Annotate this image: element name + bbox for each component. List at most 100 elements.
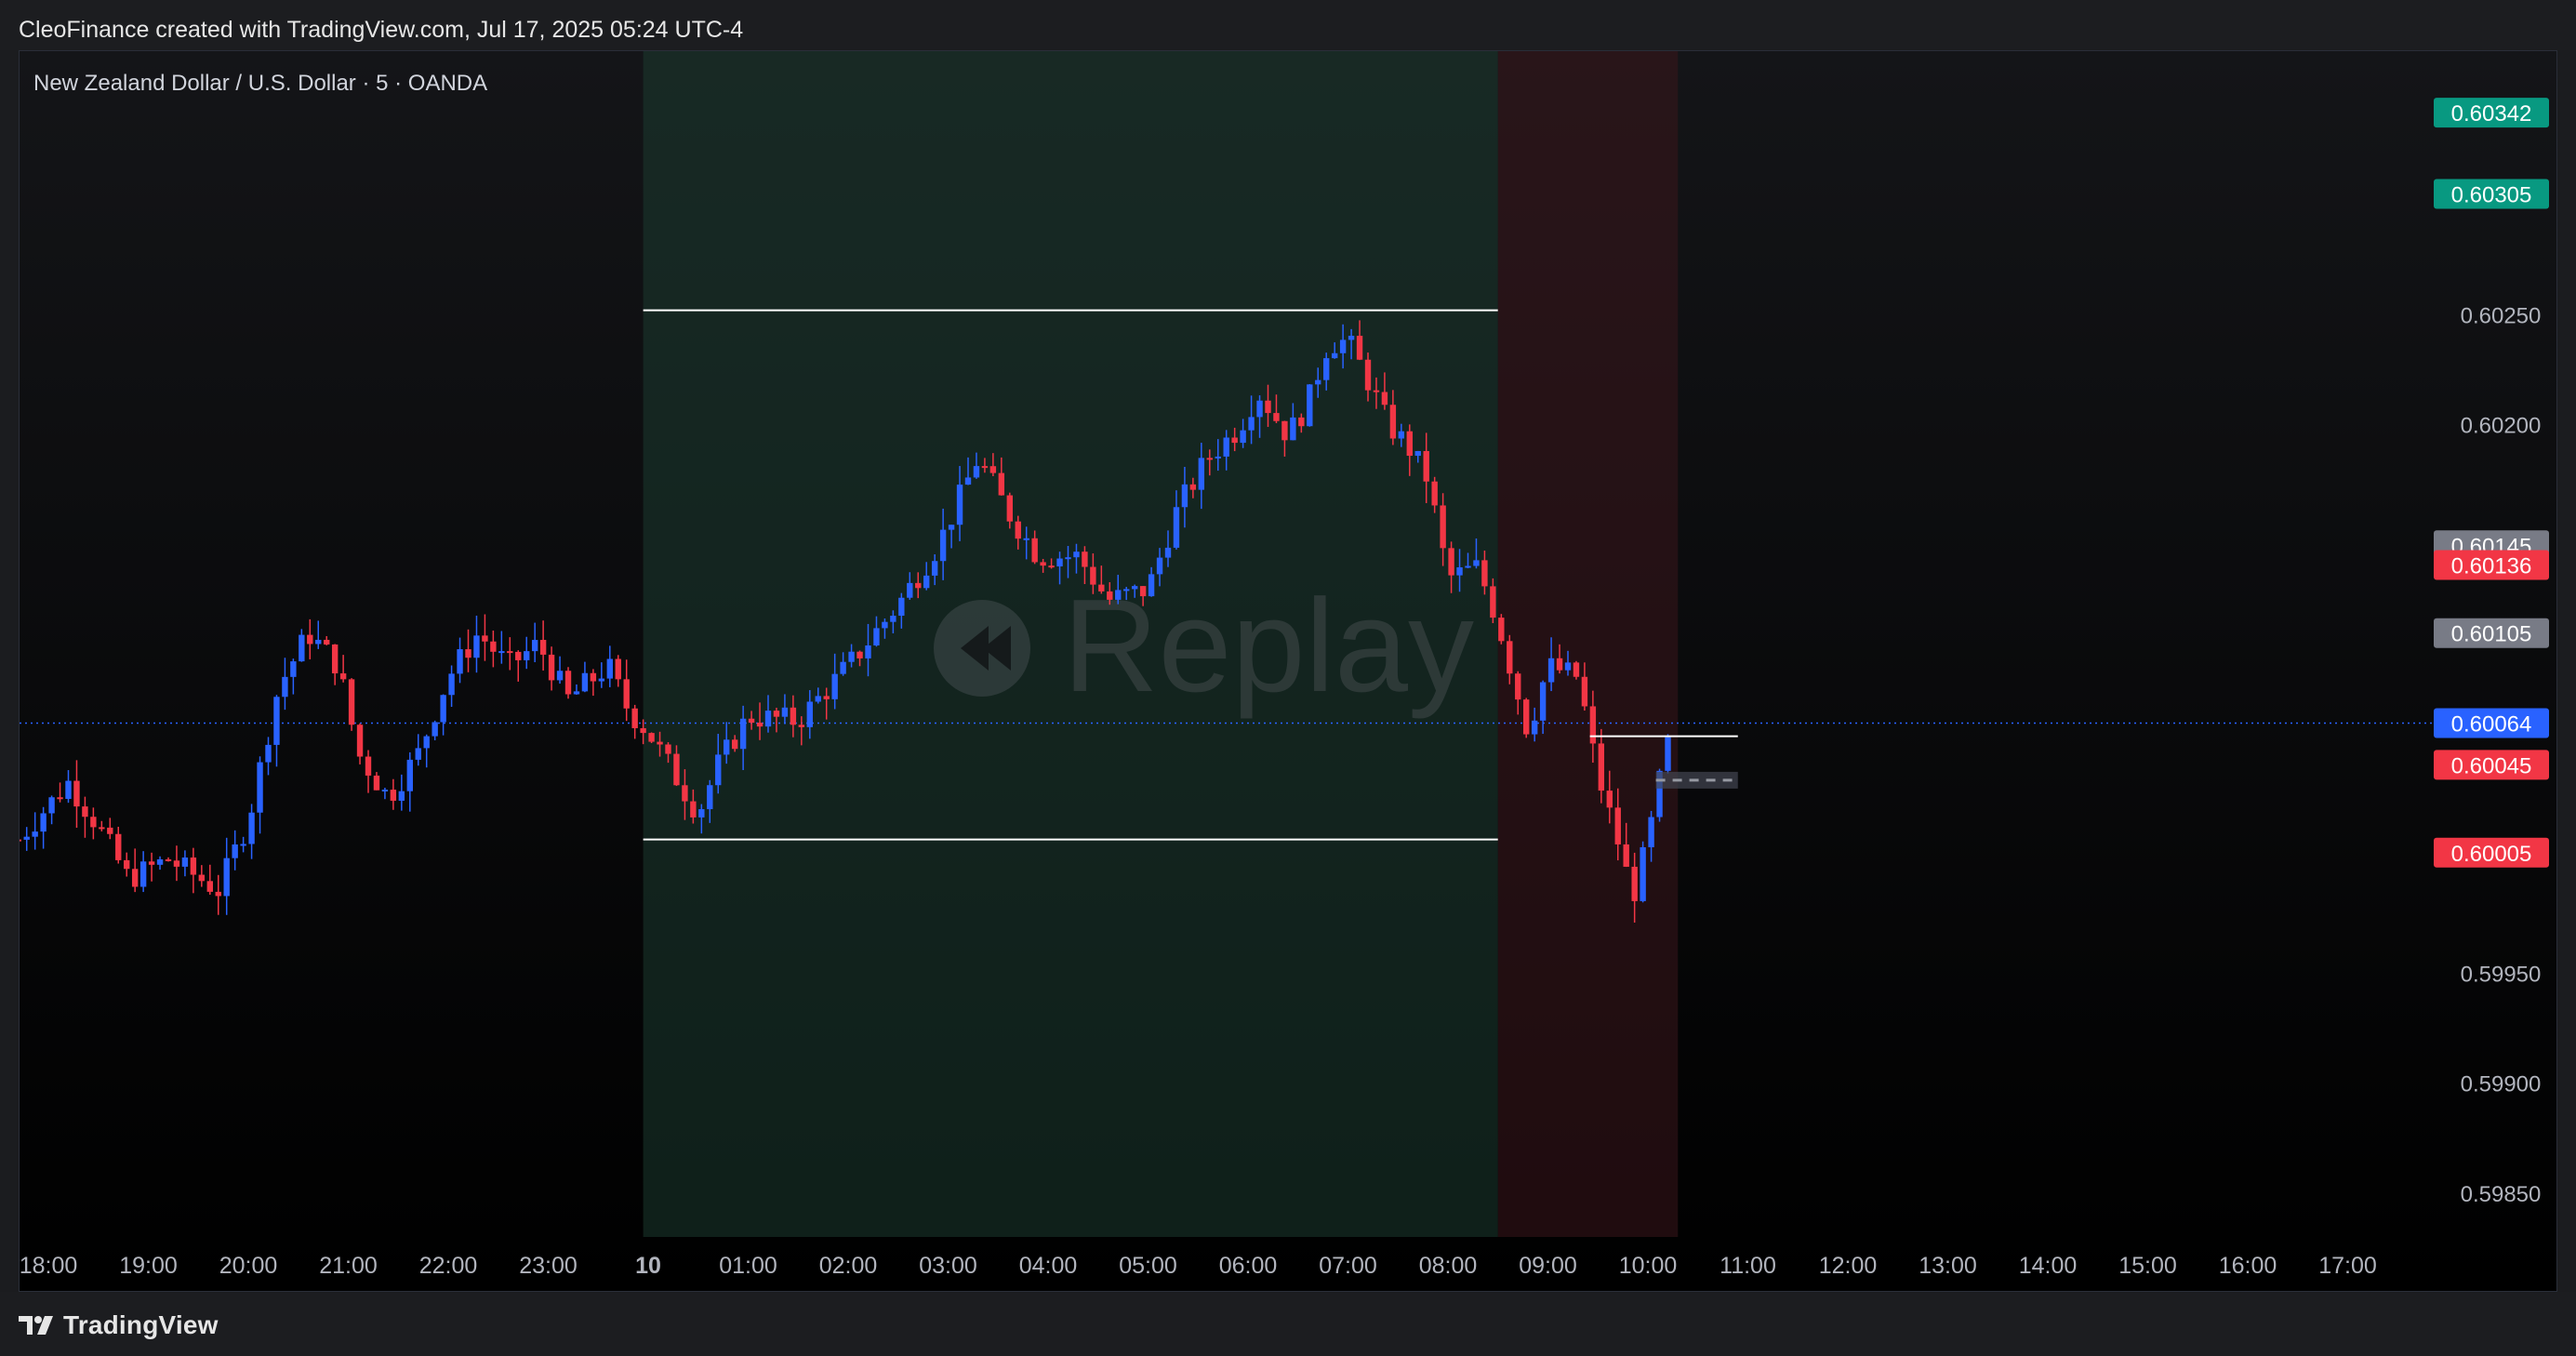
candle-body[interactable] [115,833,122,860]
candle-body[interactable] [756,723,764,727]
candle-body[interactable] [665,744,671,754]
candle-body[interactable] [1573,662,1580,677]
candle-body[interactable] [365,756,372,776]
candle-body[interactable] [356,725,364,757]
candle-body[interactable] [23,836,30,840]
candle-body[interactable] [1623,844,1629,867]
candle-body[interactable] [1414,450,1421,457]
candle-body[interactable] [998,472,1005,496]
candle-body[interactable] [465,649,471,658]
candle-body[interactable] [923,575,930,589]
candle-body[interactable] [82,806,88,818]
candle-body[interactable] [1048,565,1055,568]
candle-body[interactable] [873,628,880,646]
candle-body[interactable] [1456,566,1463,576]
candle-body[interactable] [1173,507,1180,548]
candle-body[interactable] [715,754,722,786]
candle-body[interactable] [1440,505,1446,549]
candle-body[interactable] [398,791,405,801]
candle-body[interactable] [815,696,821,702]
candle-body[interactable] [840,661,846,674]
candle-body[interactable] [524,651,530,660]
candle-body[interactable] [823,696,830,699]
candle-body[interactable] [1256,400,1263,418]
candle-body[interactable] [798,725,805,727]
candle-body[interactable] [939,529,947,562]
price-chart[interactable]: Replay 0.60250 0.60200 0.59950 0.59900 0.598… [20,51,2557,1292]
candle-body[interactable] [931,561,938,576]
candle-body[interactable] [1531,720,1538,735]
candle-body[interactable] [440,695,446,723]
candle-body[interactable] [1006,495,1013,522]
candle-body[interactable] [57,797,63,800]
candle-body[interactable] [1490,586,1496,618]
candle-body[interactable] [1115,590,1122,600]
candle-body[interactable] [156,858,164,865]
candle-body[interactable] [1523,699,1530,735]
candle-body[interactable] [1307,384,1313,427]
candle-body[interactable] [831,673,838,699]
candle-body[interactable] [124,859,130,870]
candle-body[interactable] [848,651,855,662]
candle-body[interactable] [99,827,105,830]
candle-body[interactable] [1098,584,1105,592]
candle-body[interactable] [1465,565,1471,568]
candle-body[interactable] [90,817,97,828]
candle-body[interactable] [190,857,197,875]
candle-body[interactable] [856,651,863,658]
candle-body[interactable] [273,697,280,745]
candle-body[interactable] [1189,484,1197,490]
candle-body[interactable] [331,644,339,674]
candle-body[interactable] [790,707,797,725]
candle-body[interactable] [1206,458,1213,460]
candle-body[interactable] [307,634,313,645]
candle-body[interactable] [623,679,630,709]
candle-body[interactable] [1065,557,1071,560]
candle-body[interactable] [373,775,380,791]
candle-body[interactable] [1223,437,1229,457]
chart-pane[interactable]: Replay 0.60250 0.60200 0.59950 0.59900 0.598… [19,50,2557,1292]
candle-body[interactable] [1589,706,1597,744]
candle-body[interactable] [1073,552,1080,558]
candle-body[interactable] [882,621,888,629]
candle-body[interactable] [739,718,747,750]
candle-body[interactable] [731,739,738,750]
candle-body[interactable] [1373,390,1380,392]
candle-body[interactable] [989,466,997,473]
candle-body[interactable] [698,809,705,818]
candle-body[interactable] [1215,456,1221,459]
candle-body[interactable] [1281,420,1288,441]
candle-body[interactable] [1082,552,1088,567]
candle-body[interactable] [764,711,772,727]
candle-body[interactable] [1606,791,1613,808]
candle-body[interactable] [223,857,230,897]
candle-body[interactable] [181,857,189,867]
candle-body[interactable] [1107,591,1113,600]
candle-body[interactable] [948,525,955,530]
candle-body[interactable] [248,812,255,844]
candle-body[interactable] [1381,392,1388,405]
candle-body[interactable] [964,477,972,485]
candle-body[interactable] [1056,558,1063,567]
candle-body[interactable] [556,671,564,681]
candle-body[interactable] [290,661,297,677]
candle-body[interactable] [1564,662,1572,671]
candle-body[interactable] [806,701,813,727]
candle-body[interactable] [1156,557,1163,575]
candle-body[interactable] [1498,618,1505,642]
candle-body[interactable] [898,597,905,617]
candle-body[interactable] [324,639,330,645]
candle-body[interactable] [139,861,147,887]
candle-body[interactable] [1290,417,1296,441]
candle-body[interactable] [907,582,913,598]
candle-body[interactable] [1547,658,1555,683]
candle-body[interactable] [48,797,55,814]
candle-body[interactable] [724,739,730,755]
candle-body[interactable] [539,640,547,655]
candle-body[interactable] [131,869,139,887]
candle-body[interactable] [981,466,989,469]
candle-body[interactable] [707,785,713,810]
candle-body[interactable] [257,762,263,813]
candle-body[interactable] [432,722,438,737]
candle-body[interactable] [1356,336,1363,360]
